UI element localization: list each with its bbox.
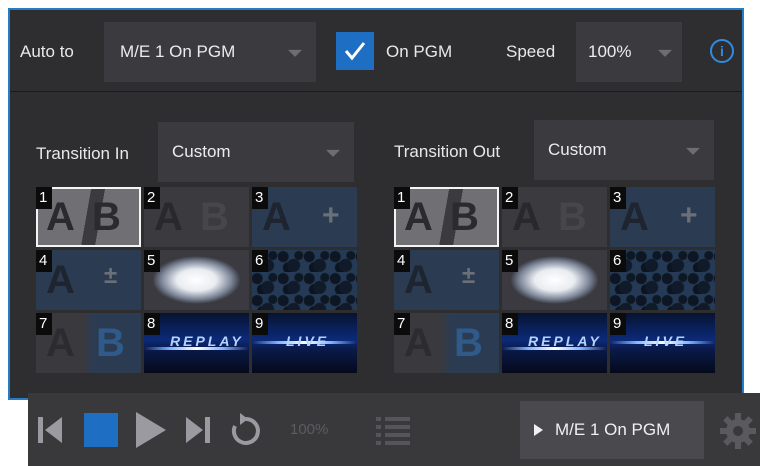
transition-tile-replay[interactable]: REPLAY 8 <box>502 313 607 373</box>
transition-in-value: Custom <box>172 142 231 161</box>
transition-tile-a-plusminus[interactable]: A ±4 <box>36 250 141 310</box>
tile-number: 6 <box>252 250 268 272</box>
tile-number: 8 <box>502 313 518 335</box>
tile-number: 7 <box>36 313 52 335</box>
transition-out-value: Custom <box>548 140 607 159</box>
transport-bar: 100% M/E 1 On PGM <box>28 393 760 466</box>
tile-number: 9 <box>610 313 626 335</box>
auto-to-bar: Auto to M/E 1 On PGM On PGM Speed 100% i <box>10 10 742 92</box>
play-icon[interactable] <box>136 412 166 448</box>
tile-number: 9 <box>252 313 268 335</box>
speed-dropdown[interactable]: 100% <box>576 22 682 82</box>
me-output-button[interactable]: M/E 1 On PGM <box>520 401 704 459</box>
transport-speed-value[interactable]: 100% <box>290 421 328 438</box>
chevron-down-icon <box>288 49 302 57</box>
transition-tile-a-plusminus[interactable]: A ±4 <box>394 250 499 310</box>
transition-tile-soft-blur[interactable]: 5 <box>502 250 607 310</box>
tile-number: 2 <box>144 187 160 209</box>
auto-to-dropdown[interactable]: M/E 1 On PGM <box>104 22 316 82</box>
skip-back-icon[interactable] <box>38 415 62 445</box>
auto-to-value: M/E 1 On PGM <box>120 42 236 61</box>
transition-tile-live[interactable]: LIVE 9 <box>252 313 357 373</box>
tile-number: 5 <box>502 250 518 272</box>
transition-tile-ab-wipe[interactable]: AB1 <box>394 187 499 247</box>
chevron-down-icon <box>686 147 700 155</box>
transition-tile-a-plus[interactable]: A +3 <box>610 187 715 247</box>
transition-tile-replay[interactable]: REPLAY 8 <box>144 313 249 373</box>
loop-icon[interactable] <box>230 413 262 447</box>
speed-label: Speed <box>506 42 556 61</box>
auto-to-label: Auto to <box>20 42 74 61</box>
on-pgm-label: On PGM <box>386 42 453 61</box>
transition-out-label: Transition Out <box>394 142 501 161</box>
tile-number: 5 <box>144 250 160 272</box>
transition-out-grid: A B 1 A B 2 A +3 A ±4 5 6 A B 7 REPLAY 8 LIVE 9 <box>394 187 715 373</box>
check-icon <box>344 42 366 61</box>
tile-number: 1 <box>36 187 52 209</box>
chevron-down-icon <box>326 149 340 157</box>
tile-number: 6 <box>610 250 626 272</box>
transition-tile-ab-dissolve[interactable]: AB2 <box>502 187 607 247</box>
tile-number: 7 <box>394 313 410 335</box>
tile-number: 4 <box>36 250 52 272</box>
transition-tile-soft-blur[interactable]: 5 <box>144 250 249 310</box>
on-pgm-checkbox[interactable] <box>336 32 374 70</box>
transition-out-dropdown[interactable]: Custom <box>534 120 714 180</box>
tile-number: 3 <box>610 187 626 209</box>
gear-icon[interactable] <box>720 413 756 449</box>
skip-forward-icon[interactable] <box>186 415 210 445</box>
transition-in-label: Transition In <box>36 144 129 163</box>
play-small-icon <box>534 424 543 436</box>
transition-tile-a-plus[interactable]: A +3 <box>252 187 357 247</box>
transition-tile-ab-blue[interactable]: AB7 <box>36 313 141 373</box>
playlist-icon[interactable] <box>376 415 410 445</box>
speed-value: 100% <box>588 42 632 61</box>
tile-number: 4 <box>394 250 410 272</box>
transition-tile-ab-wipe[interactable]: AB1 <box>36 187 141 247</box>
transition-in-dropdown[interactable]: Custom <box>158 122 354 182</box>
tile-number: 3 <box>252 187 268 209</box>
transition-tile-ab-dissolve[interactable]: AB2 <box>144 187 249 247</box>
transition-panel: Auto to M/E 1 On PGM On PGM Speed 100% i… <box>8 8 744 400</box>
transition-tile-texture[interactable]: 6 <box>610 250 715 310</box>
stop-icon[interactable] <box>84 413 118 447</box>
transition-in-grid: A B 1 A B 2 A +3 A ±4 5 6 A B 7 REPLAY 8 LIVE 9 <box>36 187 357 373</box>
tile-number: 1 <box>394 187 410 209</box>
info-icon[interactable]: i <box>710 39 734 63</box>
tile-number: 8 <box>144 313 160 335</box>
transition-tile-ab-blue[interactable]: AB7 <box>394 313 499 373</box>
transition-tile-live[interactable]: LIVE 9 <box>610 313 715 373</box>
chevron-down-icon <box>658 49 672 57</box>
me-output-label: M/E 1 On PGM <box>555 420 671 439</box>
transition-tile-texture[interactable]: 6 <box>252 250 357 310</box>
tile-number: 2 <box>502 187 518 209</box>
